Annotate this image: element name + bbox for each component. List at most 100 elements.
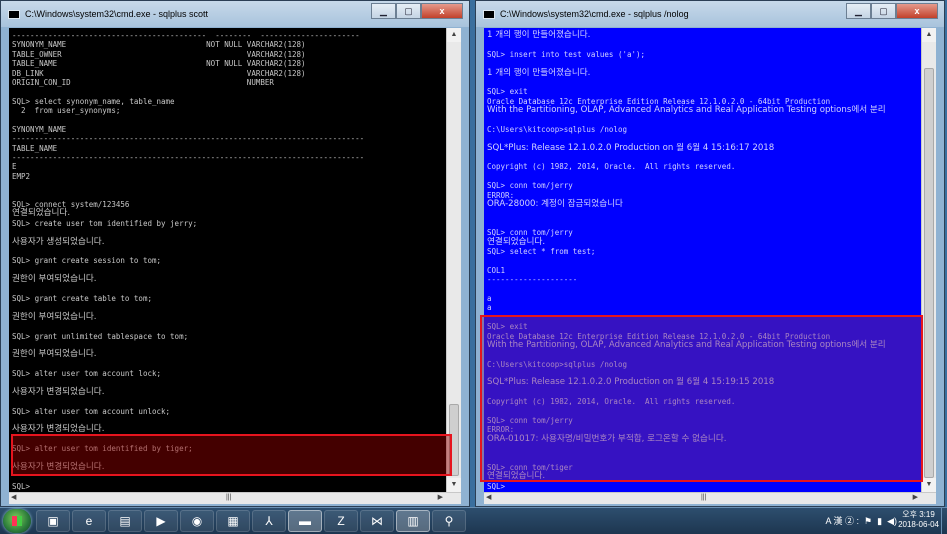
database-tool-icon[interactable]: ▥: [396, 510, 430, 532]
console-line: 사용자가 변경되었습니다.: [12, 461, 105, 472]
scroll-down-arrow-icon[interactable]: ▼: [447, 478, 461, 492]
ime-indicator[interactable]: A 漢 ② :: [826, 516, 860, 526]
vertical-scrollbar[interactable]: ▲ ▼: [446, 28, 461, 492]
start-button[interactable]: [3, 509, 31, 533]
scrollbar-grip-icon[interactable]: |||: [701, 494, 706, 501]
horizontal-scrollbar[interactable]: ◀ ||| ▶: [484, 492, 936, 504]
title-bar[interactable]: C:\Windows\system32\cmd.exe - sqlplus sc…: [1, 1, 469, 27]
scroll-left-arrow-icon[interactable]: ◀: [11, 493, 16, 501]
minimize-button[interactable]: ▁: [371, 3, 396, 19]
window-title: C:\Windows\system32\cmd.exe - sqlplus sc…: [25, 9, 209, 19]
console-line: SQL> alter user tom identified by tiger;: [12, 444, 193, 454]
console-output[interactable]: ----------------------------------------…: [9, 28, 446, 492]
console-line: C:\Users\kitcoop>sqlplus /nolog: [487, 359, 627, 369]
pdf-viewer-icon[interactable]: ▦: [216, 510, 250, 532]
console-line: 1 개의 행이 만들어졌습니다.: [487, 30, 591, 40]
search-tool-icon[interactable]: ⚲: [432, 510, 466, 532]
console-line: a: [487, 303, 492, 313]
scrollbar-thumb[interactable]: [449, 404, 459, 476]
cmd-window-sqlplus-nolog[interactable]: C:\Windows\system32\cmd.exe - sqlplus /n…: [475, 0, 945, 507]
minimize-button[interactable]: ▁: [846, 3, 871, 19]
cmd-window-sqlplus-scott[interactable]: C:\Windows\system32\cmd.exe - sqlplus sc…: [0, 0, 470, 507]
scroll-up-arrow-icon[interactable]: ▲: [922, 28, 936, 42]
console-line: SQL> conn tom/jerry: [487, 416, 573, 426]
clock[interactable]: 오후 3:19 2018-06-04: [898, 510, 939, 530]
scroll-right-arrow-icon[interactable]: ▶: [438, 493, 443, 501]
console-line: SQL>: [12, 481, 31, 491]
console-line: 2 from user_synonyms;: [12, 106, 121, 116]
volume-icon[interactable]: ◀): [887, 516, 897, 526]
file-manager-icon[interactable]: ▤: [108, 510, 142, 532]
media-player-icon[interactable]: ▶: [144, 510, 178, 532]
console-line: SQL> grant create table to tom;: [12, 293, 152, 303]
maximize-button[interactable]: ▢: [396, 3, 421, 19]
windows-explorer-icon[interactable]: ▣: [36, 510, 70, 532]
console-line: 연결되었습니다.: [12, 208, 71, 219]
scroll-left-arrow-icon[interactable]: ◀: [486, 493, 491, 501]
system-tray[interactable]: A 漢 ② : ⚑ ▮ ◀): [821, 514, 897, 527]
console-line: ORIGIN_CON_ID NUMBER: [12, 77, 274, 87]
horizontal-scrollbar[interactable]: ◀ ||| ▶: [9, 492, 461, 504]
windows-logo-icon: [12, 516, 22, 526]
scroll-up-arrow-icon[interactable]: ▲: [447, 28, 461, 42]
clock-time: 오후 3:19: [902, 510, 935, 519]
console-line: Copyright (c) 1982, 2014, Oracle. All ri…: [487, 397, 736, 407]
vertical-scrollbar[interactable]: ▲ ▼: [921, 28, 936, 492]
console-output[interactable]: 1 개의 행이 만들어졌습니다. SQL> insert into test va…: [484, 28, 921, 492]
console-line: 연결되었습니다.: [487, 236, 546, 247]
acrobat-icon[interactable]: ⅄: [252, 510, 286, 532]
console-line: SQL*Plus: Release 12.1.0.2.0 Production …: [487, 142, 775, 153]
console-line: TABLE_OWNER VARCHAR2(128): [12, 49, 306, 59]
flag-icon[interactable]: ⚑: [864, 516, 872, 526]
maximize-button[interactable]: ▢: [871, 3, 896, 19]
console-line: --------------------: [487, 275, 578, 285]
close-button[interactable]: x: [896, 3, 938, 19]
cmd-icon[interactable]: ▬: [288, 510, 322, 532]
filezilla-icon[interactable]: Z: [324, 510, 358, 532]
console-line: SYNONYM_NAME NOT NULL VARCHAR2(128): [12, 40, 306, 50]
title-bar[interactable]: C:\Windows\system32\cmd.exe - sqlplus /n…: [476, 1, 944, 27]
console-line: SQL*Plus: Release 12.1.0.2.0 Production …: [487, 377, 775, 388]
show-desktop-button[interactable]: [941, 508, 947, 534]
network-icon[interactable]: ▮: [877, 516, 882, 526]
console-line: C:\Users\kitcoop>sqlplus /nolog: [487, 124, 627, 134]
scrollbar-thumb[interactable]: [924, 68, 934, 478]
scroll-down-arrow-icon[interactable]: ▼: [922, 478, 936, 492]
close-button[interactable]: x: [421, 3, 463, 19]
console-line: Copyright (c) 1982, 2014, Oracle. All ri…: [487, 162, 736, 172]
console-line: SQL>: [487, 481, 506, 491]
taskbar: ▣ e ▤ ▶ ◉ ▦ ⅄ ▬ Z ⋈ ▥ ⚲ A 漢 ② : ⚑ ▮ ◀) 오후 3…: [0, 507, 947, 534]
internet-explorer-icon[interactable]: e: [72, 510, 106, 532]
console-line: SQL> select synonym_name, table_name: [12, 96, 175, 106]
console-line: EMP2: [12, 171, 31, 181]
scrollbar-grip-icon[interactable]: |||: [226, 494, 231, 501]
chrome-icon[interactable]: ◉: [180, 510, 214, 532]
cmd-app-icon: [8, 10, 20, 19]
cmd-app-icon: [483, 10, 495, 19]
visual-studio-code-icon[interactable]: ⋈: [360, 510, 394, 532]
console-line: COL1: [487, 265, 506, 275]
scroll-right-arrow-icon[interactable]: ▶: [913, 493, 918, 501]
console-line: ORA-01017: 사용자명/비밀번호가 부적합, 로그온할 수 없습니다.: [487, 433, 727, 444]
window-title: C:\Windows\system32\cmd.exe - sqlplus /n…: [500, 9, 689, 19]
console-line: DB_LINK VARCHAR2(128): [12, 68, 306, 78]
